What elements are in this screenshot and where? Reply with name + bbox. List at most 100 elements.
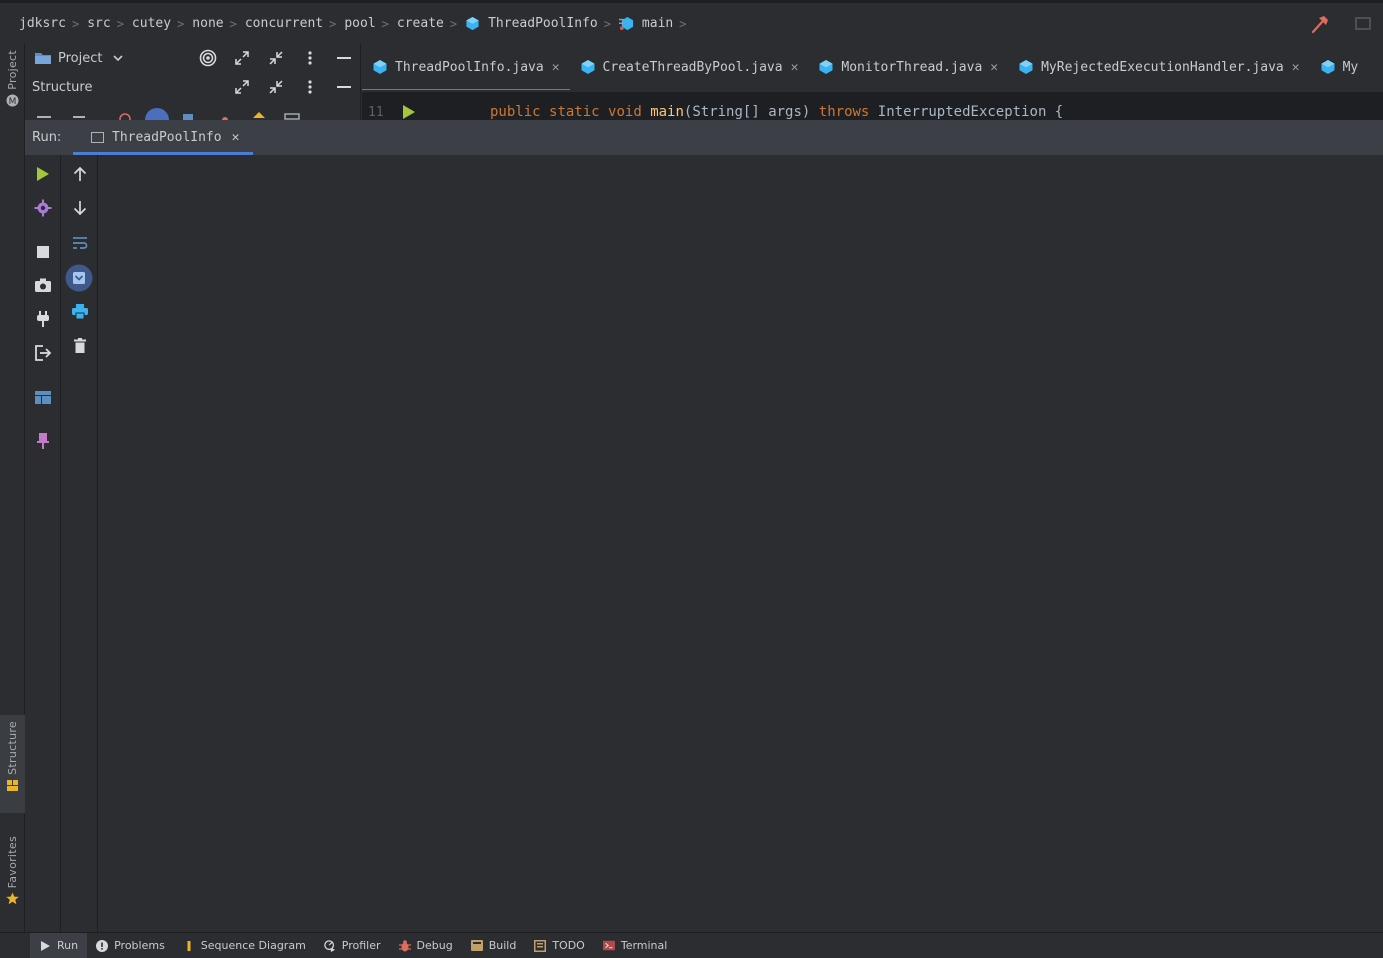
- breadcrumb-label: concurrent: [244, 16, 324, 31]
- breadcrumb-item-main[interactable]: main >: [618, 16, 695, 31]
- breadcrumb-item-threadpoolinfo[interactable]: ThreadPoolInfo >: [465, 16, 619, 31]
- run-tool-window-header: Run: ThreadPoolInfo ✕: [25, 120, 1383, 155]
- arrow-up-icon[interactable]: [68, 162, 92, 186]
- code-token: throws: [818, 104, 870, 120]
- build-icon: [470, 940, 483, 952]
- chevron-down-icon: [113, 55, 124, 62]
- tab-createthreadbypool-java[interactable]: CreateThreadByPool.java ✕: [570, 44, 809, 90]
- vtab-structure[interactable]: Structure: [0, 715, 25, 813]
- sort-icon[interactable]: [37, 116, 51, 118]
- structure-icon: [7, 779, 18, 791]
- vtab-favorites[interactable]: Favorites: [0, 830, 25, 926]
- camera-icon[interactable]: [31, 273, 55, 297]
- rerun-icon[interactable]: [31, 162, 55, 186]
- more-options-icon[interactable]: [299, 76, 321, 98]
- exit-icon[interactable]: [31, 341, 55, 365]
- breadcrumb-label: src: [87, 16, 111, 31]
- structure-title: Structure: [32, 79, 93, 95]
- bottom-tab-problems[interactable]: Problems: [87, 933, 174, 958]
- non-public-icon[interactable]: [253, 112, 265, 118]
- scroll-to-end-icon[interactable]: [64, 263, 94, 293]
- bottom-tab-build[interactable]: Build: [462, 933, 526, 958]
- vtab-project-label: Project: [6, 50, 19, 90]
- anonymous-icon[interactable]: [284, 113, 300, 120]
- console-icon: [91, 132, 104, 143]
- close-icon[interactable]: ✕: [990, 60, 998, 75]
- tab-my-truncated[interactable]: My: [1310, 44, 1369, 90]
- close-icon[interactable]: ✕: [232, 130, 240, 145]
- code-token: InterruptedException {: [877, 104, 1064, 120]
- show-fields-icon[interactable]: [145, 108, 169, 120]
- breadcrumb-item-src[interactable]: src >: [87, 16, 132, 31]
- code-token: static: [549, 104, 600, 120]
- tab-label: CreateThreadByPool.java: [602, 59, 783, 75]
- bottom-tab-profiler[interactable]: Profiler: [315, 933, 390, 958]
- editor-code-area[interactable]: 11 public static void main(String[] args…: [362, 92, 1383, 120]
- close-icon[interactable]: ✕: [1292, 60, 1300, 75]
- editor-tab-bar: ThreadPoolInfo.java ✕ CreateThreadByPool…: [362, 44, 1383, 90]
- settings-icon[interactable]: [31, 196, 55, 220]
- print-icon[interactable]: [68, 299, 92, 323]
- chevron-right-icon: >: [229, 16, 237, 31]
- bottom-tab-label: Build: [488, 939, 517, 952]
- navigation-bar: jdksrc > src > cutey > none > concurrent > po…: [0, 0, 1383, 44]
- breadcrumb-item-jdksrc[interactable]: jdksrc >: [19, 16, 87, 31]
- problems-icon: [96, 939, 109, 952]
- tab-threadpoolinfo-java[interactable]: ThreadPoolInfo.java ✕: [362, 44, 570, 90]
- bottom-tab-debug[interactable]: Debug: [390, 933, 462, 958]
- expand-all-icon[interactable]: [231, 47, 253, 69]
- bottom-tab-run[interactable]: Run: [30, 932, 88, 958]
- breadcrumb-item-pool[interactable]: pool >: [344, 16, 397, 31]
- restore-window-icon[interactable]: [1355, 17, 1371, 30]
- stop-icon[interactable]: [31, 240, 55, 264]
- svg-text:M: M: [9, 97, 17, 107]
- bottom-tab-todo[interactable]: TODO: [525, 933, 594, 958]
- tab-myrejectedexecutionhandler-java[interactable]: MyRejectedExecutionHandler.java ✕: [1008, 44, 1309, 90]
- locate-icon[interactable]: [197, 47, 219, 69]
- pin-icon[interactable]: [31, 429, 55, 453]
- run-tab-label: ThreadPoolInfo: [112, 130, 222, 145]
- project-panel-header: Project: [25, 44, 360, 72]
- bottom-tab-sequence-diagram[interactable]: Sequence Diagram: [174, 933, 315, 958]
- tab-label: MonitorThread.java: [841, 59, 983, 75]
- close-icon[interactable]: ✕: [791, 60, 799, 75]
- chevron-right-icon: >: [177, 16, 185, 31]
- structure-panel-header: Structure: [25, 73, 360, 101]
- structure-toolbar: [25, 104, 360, 120]
- arrow-down-icon[interactable]: [68, 196, 92, 220]
- close-icon[interactable]: ✕: [552, 60, 560, 75]
- run-tab-threadpoolinfo[interactable]: ThreadPoolInfo ✕: [73, 120, 254, 155]
- bottom-tab-label: Profiler: [341, 939, 381, 952]
- console-output[interactable]: [99, 155, 1383, 932]
- expand-all-icon[interactable]: [231, 76, 253, 98]
- java-class-icon: [581, 60, 595, 74]
- run-gutter-icon[interactable]: [402, 105, 416, 119]
- layout-icon[interactable]: [31, 385, 55, 409]
- breadcrumb-label: pool: [344, 16, 376, 31]
- vtab-project[interactable]: Project M: [0, 50, 25, 107]
- collapse-all-icon[interactable]: [265, 47, 287, 69]
- tab-monitorthread-java[interactable]: MonitorThread.java ✕: [808, 44, 1008, 90]
- bottom-tab-label: Debug: [416, 939, 453, 952]
- tab-label: My: [1342, 59, 1359, 75]
- breadcrumb-item-cutey[interactable]: cutey >: [132, 16, 192, 31]
- hide-panel-icon[interactable]: [333, 76, 355, 98]
- run-toolbar-primary: [25, 155, 61, 932]
- hide-panel-icon[interactable]: [333, 47, 355, 69]
- breadcrumb-item-create[interactable]: create >: [397, 16, 465, 31]
- plug-icon[interactable]: [31, 307, 55, 331]
- bottom-tool-bar: Run Problems Sequence Diagram Profiler D…: [0, 932, 1383, 958]
- more-options-icon[interactable]: [299, 47, 321, 69]
- run-icon: [39, 940, 51, 952]
- bottom-tab-terminal[interactable]: Terminal: [594, 933, 677, 958]
- chevron-right-icon: >: [603, 16, 611, 31]
- soft-wrap-icon[interactable]: [68, 231, 92, 255]
- trash-icon[interactable]: [68, 333, 92, 357]
- project-view-selector[interactable]: Project: [34, 51, 124, 66]
- breadcrumb-item-none[interactable]: none >: [192, 16, 245, 31]
- breadcrumb-item-concurrent[interactable]: concurrent >: [245, 16, 345, 31]
- collapse-all-icon[interactable]: [265, 76, 287, 98]
- profiler-icon: [323, 939, 336, 952]
- hammer-icon[interactable]: [1309, 13, 1331, 35]
- filter-icon[interactable]: [73, 116, 85, 118]
